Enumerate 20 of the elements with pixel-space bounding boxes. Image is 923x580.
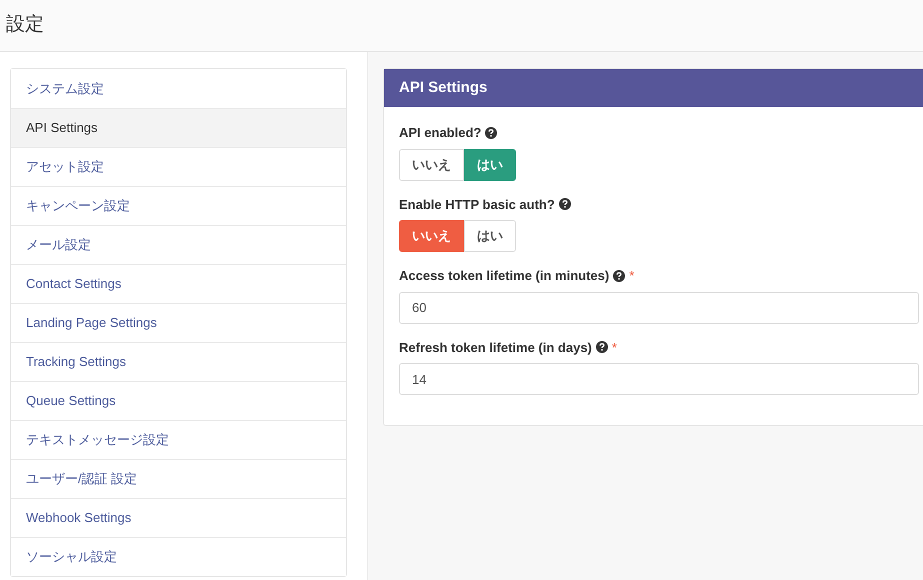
required-mark: *: [612, 338, 617, 356]
input-field[interactable]: 14: [399, 363, 919, 395]
required-mark: *: [629, 267, 634, 285]
page-title: 設定: [6, 13, 44, 38]
help-icon: [485, 126, 498, 139]
toggle-option[interactable]: はい: [464, 148, 516, 180]
toggle-option[interactable]: はい: [464, 220, 516, 252]
field-label: Enable HTTP basic auth?: [399, 196, 555, 214]
sidebar-item[interactable]: ソーシャル設定: [11, 537, 346, 576]
field-label: API enabled?: [399, 124, 482, 142]
field-label: Refresh token lifetime (in days): [399, 338, 592, 357]
toggle-option[interactable]: いいえ: [399, 220, 464, 252]
help-icon: [596, 341, 608, 354]
help-icon: [558, 198, 571, 210]
toggle-option[interactable]: いいえ: [399, 148, 464, 180]
sidebar-item[interactable]: API Settings: [11, 108, 346, 147]
panel-header: API Settings: [384, 69, 923, 107]
help-icon: [613, 270, 626, 282]
field-label: Access token lifetime (in minutes): [399, 267, 610, 285]
input-field[interactable]: 60: [399, 292, 919, 324]
